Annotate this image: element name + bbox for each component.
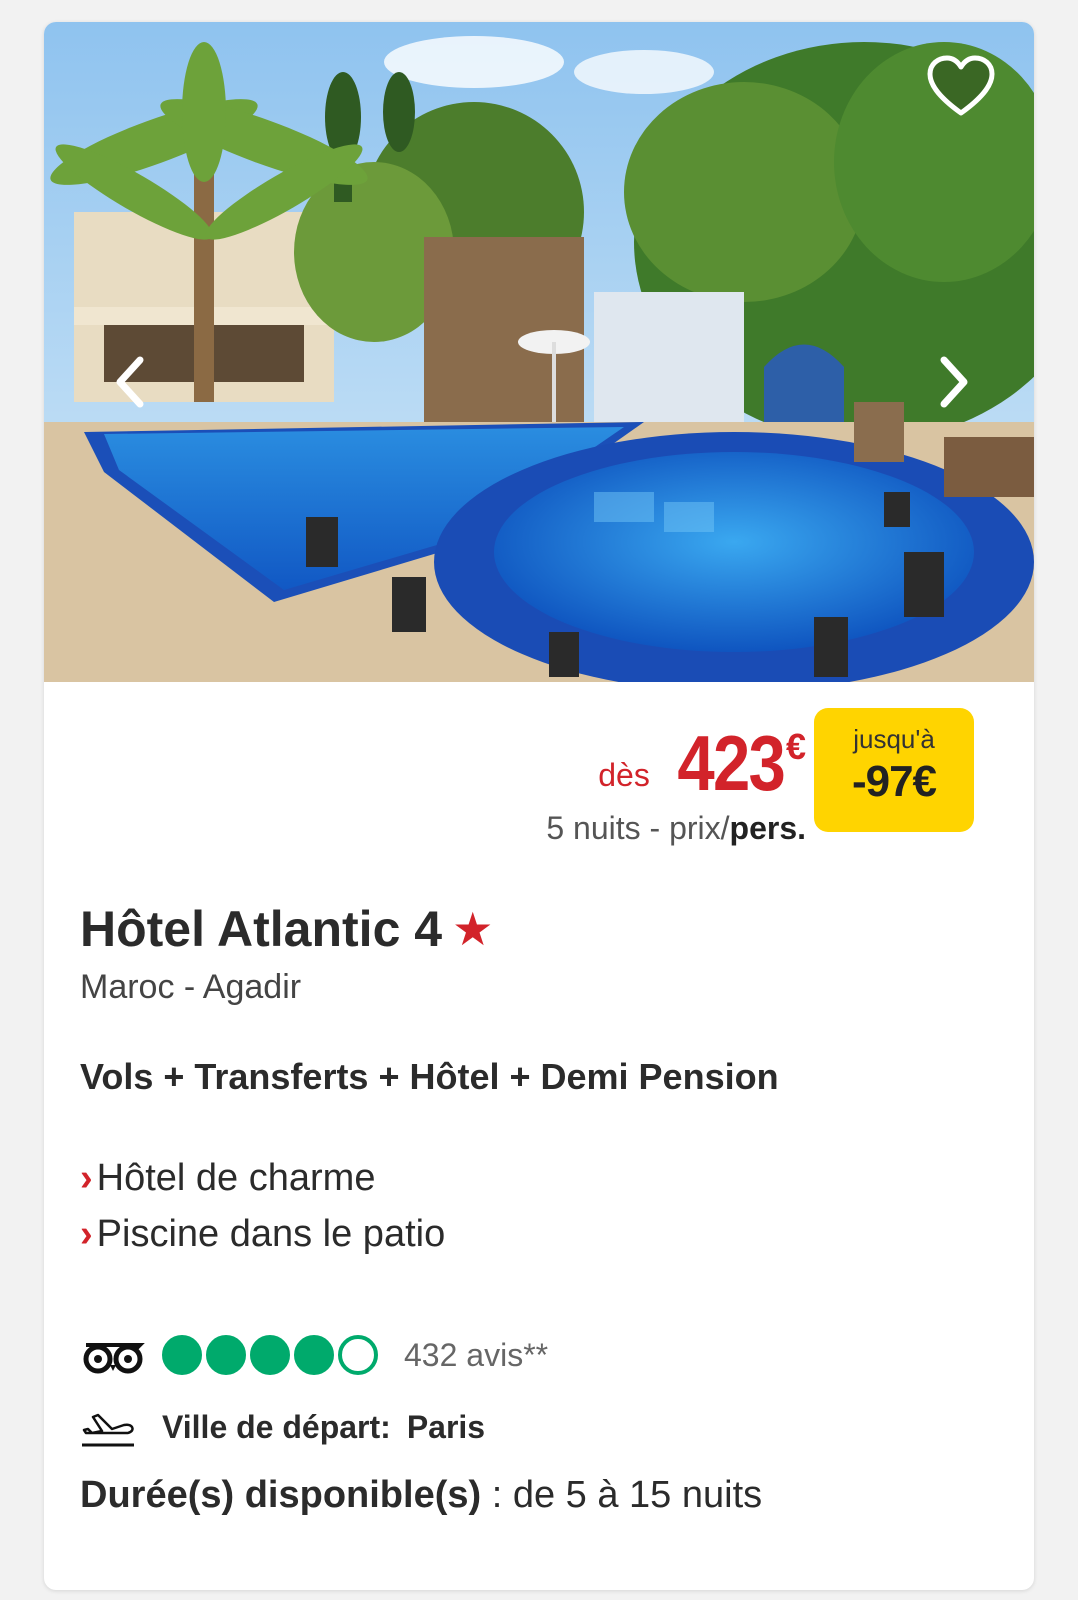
tripadvisor-owl-icon (83, 1343, 145, 1374)
duration-value: : de 5 à 15 nuits (481, 1474, 763, 1516)
chevron-left-icon (116, 356, 144, 408)
price-amount: 423 (677, 719, 785, 807)
discount-value: -97€ (851, 757, 937, 806)
feature-list: › Hôtel de charme › Piscine dans le pati… (80, 1150, 445, 1262)
package-formula: Vols + Transferts + Hôtel + Demi Pension (80, 1056, 779, 1097)
hotel-name[interactable]: Hôtel Atlantic 4 ★ (80, 900, 493, 958)
price-nights: 5 nuits - prix/ (546, 810, 730, 846)
discount-badge: jusqu'à -97€ (814, 708, 974, 832)
feature-item: › Piscine dans le patio (80, 1206, 445, 1262)
discount-label: jusqu'à (853, 724, 935, 754)
price-prefix: dès (598, 757, 650, 793)
gallery-prev-button[interactable] (100, 347, 160, 417)
departure-value: Paris (406, 1408, 486, 1445)
departure-city: Ville de départ: Paris (80, 1402, 485, 1452)
gallery-next-button[interactable] (924, 347, 984, 417)
price-block: dès 423 € 5 nuits - prix/pers. (546, 722, 806, 847)
price-currency: € (785, 726, 806, 767)
plane-takeoff-icon (82, 1413, 134, 1447)
hotel-card[interactable]: dès 423 € 5 nuits - prix/pers. jusqu'à -… (44, 22, 1034, 1590)
star-icon: ★ (452, 903, 494, 955)
rating-bubble-filled (294, 1335, 334, 1375)
chevron-right-icon: › (80, 1212, 93, 1255)
feature-text: Hôtel de charme (96, 1156, 376, 1199)
favorite-button[interactable] (924, 50, 998, 124)
rating-bubble-filled (206, 1335, 246, 1375)
heart-outline-icon (927, 55, 995, 116)
available-durations: Durée(s) disponible(s) : de 5 à 15 nuits (80, 1474, 762, 1517)
hotel-photo[interactable] (44, 22, 1034, 682)
review-count[interactable]: 432 avis** (404, 1337, 548, 1374)
rating-bubble-empty (338, 1335, 378, 1375)
departure-label: Ville de départ: (162, 1408, 391, 1445)
rating-bubble-filled (250, 1335, 290, 1375)
hotel-name-text: Hôtel Atlantic 4 (80, 901, 443, 957)
rating-bubble-filled (162, 1335, 202, 1375)
hotel-location: Maroc - Agadir (80, 968, 302, 1006)
duration-label: Durée(s) disponible(s) (80, 1474, 482, 1516)
chevron-right-icon: › (80, 1156, 93, 1199)
feature-text: Piscine dans le patio (96, 1212, 446, 1255)
rating-bubbles (162, 1335, 382, 1375)
chevron-right-icon (940, 356, 968, 408)
pool-scene-image (44, 22, 1034, 682)
price-note: 5 nuits - prix/pers. (546, 810, 806, 847)
price-per: pers. (729, 810, 806, 846)
tripadvisor-rating[interactable]: 432 avis** (80, 1330, 548, 1380)
feature-item: › Hôtel de charme (80, 1150, 445, 1206)
